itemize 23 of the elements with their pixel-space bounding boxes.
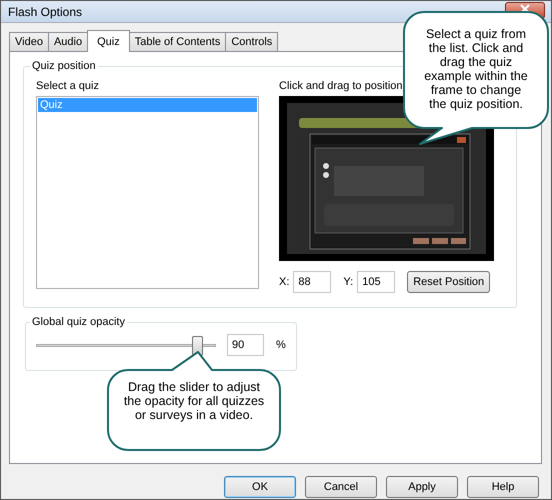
preview-label: Click and drag to position [279,80,403,92]
y-input[interactable]: 105 [357,271,396,293]
opacity-input[interactable]: 90 [227,334,264,356]
callout-text: Drag the slider to adjust the opacity for all quizzes or surveys in a video. [122,380,266,422]
dialog-button[interactable]: Apply [386,476,458,498]
tab[interactable]: Audio [48,32,88,51]
tab[interactable]: Video [9,32,49,51]
list-label: Select a quiz [36,80,99,92]
x-input[interactable]: 88 [293,271,332,293]
dialog-button[interactable]: OK [224,476,296,498]
tab[interactable]: Table of Contents [128,32,226,51]
callout-text: Select a quiz from the list. Click and drag the quiz example within the frame to change the quiz position. [423,27,529,111]
percent-label: % [276,339,286,351]
group-title: Quiz position [31,60,97,72]
x-label: X: [279,276,290,288]
dialog-button[interactable]: Cancel [305,476,377,498]
window-title: Flash Options [8,4,82,18]
group-title: Global quiz opacity [31,316,126,328]
y-label: Y: [343,276,354,288]
tab[interactable]: Controls [225,32,278,51]
dialog-button[interactable]: Help [467,476,539,498]
tab[interactable]: Quiz [87,30,130,52]
reset-position-button[interactable]: Reset Position [407,271,490,293]
